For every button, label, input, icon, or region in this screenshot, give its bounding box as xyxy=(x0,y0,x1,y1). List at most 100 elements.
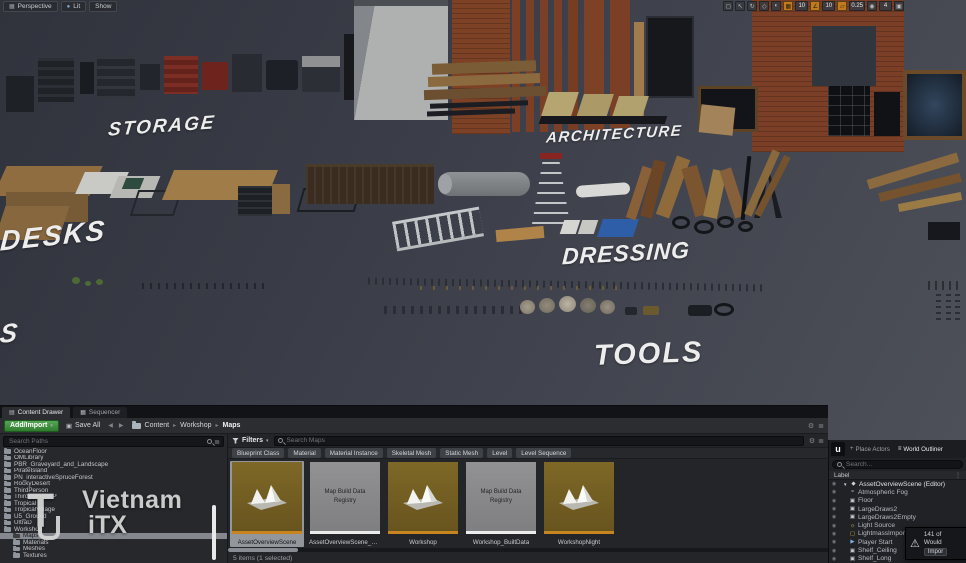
camera-speed-value[interactable]: 4 xyxy=(879,1,892,11)
sources-panel: ≣ OceanFloorOMLibraryPBR_Graveyard_and_L… xyxy=(0,434,228,563)
rotation-snap-value[interactable]: 10 xyxy=(822,1,835,11)
thumbnail-label: Map Build Data Registry xyxy=(310,488,380,506)
viewport-3d[interactable]: STORAGE ARCHITECTURE DESKS DRESSING TOOL… xyxy=(0,0,966,440)
floor-label-dressing: DRESSING xyxy=(561,237,690,271)
scale-tool-icon[interactable]: ◇ xyxy=(759,1,769,11)
tab-place-actors[interactable]: + Place Actors xyxy=(847,444,893,455)
prop-plant xyxy=(85,281,91,286)
filter-chip-static-mesh[interactable]: Static Mesh xyxy=(440,448,483,458)
label-column-header[interactable]: Label xyxy=(834,472,849,479)
floor-label-architecture: ARCHITECTURE xyxy=(545,122,683,146)
prop-lying-ladder xyxy=(392,207,484,252)
folder-item-Textures[interactable]: Textures xyxy=(0,552,227,559)
prop-blue-tarp xyxy=(597,219,639,237)
show-label: Show xyxy=(95,3,111,10)
lit-mode-button[interactable]: ● Lit xyxy=(61,1,87,12)
filter-chip-level[interactable]: Level xyxy=(487,448,512,458)
select-tool-icon[interactable]: ◻ xyxy=(723,1,733,11)
maximize-viewport-icon[interactable]: ▣ xyxy=(894,1,904,11)
asset-tile-Workshop[interactable]: Workshop xyxy=(386,461,460,547)
visibility-eye-icon[interactable]: ◉ xyxy=(829,506,839,512)
settings-gear-icon[interactable]: ⚙ xyxy=(808,422,814,430)
mesh-icon: ▣ xyxy=(849,506,856,512)
camera-speed-icon[interactable]: ◉ xyxy=(867,1,877,11)
notification-line1: 141 of xyxy=(924,531,947,538)
prop-tools-col xyxy=(936,294,941,320)
back-button[interactable]: ◀ xyxy=(107,422,114,429)
save-all-button[interactable]: ▣ Save All xyxy=(63,420,103,432)
notification-body: 141 of Would Impor xyxy=(924,531,947,556)
forward-button[interactable]: ▶ xyxy=(118,422,125,429)
outliner-column-header-row: Label ⋮ xyxy=(829,471,966,480)
asset-tile-AssetOverviewScene[interactable]: AssetOverviewScene xyxy=(230,461,304,547)
rotation-snap-icon[interactable]: ∠ xyxy=(810,1,820,11)
folder-icon xyxy=(4,508,11,513)
asset-tile-AssetOverviewScene_BuiltData[interactable]: Map Build Data Registry AssetOverviewScen… xyxy=(308,461,382,547)
filters-button[interactable]: Filters xyxy=(242,437,263,444)
lock-icon[interactable]: ⚙ xyxy=(809,437,815,445)
unreal-logo[interactable]: u xyxy=(831,442,845,456)
asset-tile-Workshop_BuiltData[interactable]: Map Build Data RegistryWorkshop_BuiltDat… xyxy=(464,461,538,547)
expander-caret-icon[interactable]: ▼ xyxy=(843,482,848,487)
grid-snap-icon[interactable]: ▦ xyxy=(783,1,793,11)
breadcrumb-maps[interactable]: Maps xyxy=(223,422,241,429)
scale-snap-icon[interactable]: ▱ xyxy=(837,1,847,11)
prop-dark-mat xyxy=(539,116,668,124)
breadcrumb-workshop[interactable]: Workshop xyxy=(180,422,211,429)
visibility-eye-icon[interactable]: ◉ xyxy=(829,514,839,520)
light-icon: ☼ xyxy=(849,523,856,529)
actor-label: Floor xyxy=(858,497,873,504)
asset-type-bar xyxy=(466,531,536,534)
outliner-search-input[interactable] xyxy=(844,460,958,469)
asset-name: AssetOverviewScene_BuiltData xyxy=(309,539,381,546)
dock-options-icon[interactable]: ≣ xyxy=(818,422,824,430)
assets-search-input[interactable] xyxy=(285,436,800,445)
visibility-eye-icon[interactable]: ◉ xyxy=(829,523,839,529)
visibility-eye-icon[interactable]: ◉ xyxy=(829,498,839,504)
import-button[interactable]: Impor xyxy=(924,548,947,556)
filter-chip-material-instance[interactable]: Material Instance xyxy=(325,448,383,458)
visibility-eye-icon[interactable]: ◉ xyxy=(829,489,839,495)
view-options-icon[interactable]: ≣ xyxy=(818,437,824,445)
tab-content-drawer[interactable]: ▤ Content Drawer xyxy=(2,407,70,418)
world-space-icon[interactable]: ◐ xyxy=(771,1,781,11)
prop-drawer-unit xyxy=(238,186,272,216)
filter-chip-blueprint-class[interactable]: Blueprint Class xyxy=(232,448,284,458)
perspective-button[interactable]: ▦ Perspective xyxy=(3,1,58,12)
breadcrumb-content[interactable]: Content xyxy=(145,422,170,429)
prop-hose-coil xyxy=(694,220,714,234)
outliner-row-LargeDraws2[interactable]: ◉▣LargeDraws2 xyxy=(829,505,966,513)
outliner-row-LargeDraws2Empty[interactable]: ◉▣LargeDraws2Empty xyxy=(829,513,966,521)
move-tool-icon[interactable]: ↖ xyxy=(735,1,745,11)
asset-tile-WorkshopNight[interactable]: WorkshopNight xyxy=(542,461,616,547)
scale-snap-value[interactable]: 0.25 xyxy=(849,1,865,11)
visibility-eye-icon[interactable]: ◉ xyxy=(829,481,839,487)
folder-icon xyxy=(4,495,11,500)
outliner-row-Atmospheric-Fog[interactable]: ◉≈Atmospheric Fog xyxy=(829,488,966,496)
outliner-row-Floor[interactable]: ◉▣Floor xyxy=(829,497,966,505)
prop-hose-coil xyxy=(717,216,734,228)
tab-sequencer[interactable]: ▦ Sequencer xyxy=(73,407,127,418)
visibility-eye-icon[interactable]: ◉ xyxy=(829,539,839,545)
visibility-eye-icon[interactable]: ◉ xyxy=(829,548,839,554)
sources-scrollbar[interactable] xyxy=(212,505,216,560)
visibility-eye-icon[interactable]: ◉ xyxy=(829,531,839,537)
rotate-tool-icon[interactable]: ↻ xyxy=(747,1,757,11)
filter-chips: Blueprint Class Material Material Instance… xyxy=(228,447,828,459)
tab-world-outliner[interactable]: ≡ World Outliner xyxy=(895,444,946,455)
folder-icon xyxy=(13,553,20,558)
filter-chip-material[interactable]: Material xyxy=(288,448,320,458)
sources-search-input[interactable] xyxy=(7,437,205,446)
level-thumbnail xyxy=(388,462,458,531)
show-menu-button[interactable]: Show xyxy=(89,1,117,12)
search-icon xyxy=(837,462,842,467)
visibility-eye-icon[interactable]: ◉ xyxy=(829,556,839,562)
add-import-button[interactable]: Add/Import ▾ xyxy=(4,420,59,432)
outliner-options-icon[interactable]: ⋮ xyxy=(955,472,961,479)
lit-label: Lit xyxy=(73,3,80,10)
filter-chip-level-sequence[interactable]: Level Sequence xyxy=(516,448,571,458)
volume-icon: ▢ xyxy=(849,531,856,537)
outliner-row-AssetOverviewScene-Editor-[interactable]: ◉▼◆AssetOverviewScene (Editor) xyxy=(829,480,966,488)
grid-snap-value[interactable]: 10 xyxy=(795,1,808,11)
filter-chip-skeletal-mesh[interactable]: Skeletal Mesh xyxy=(387,448,437,458)
